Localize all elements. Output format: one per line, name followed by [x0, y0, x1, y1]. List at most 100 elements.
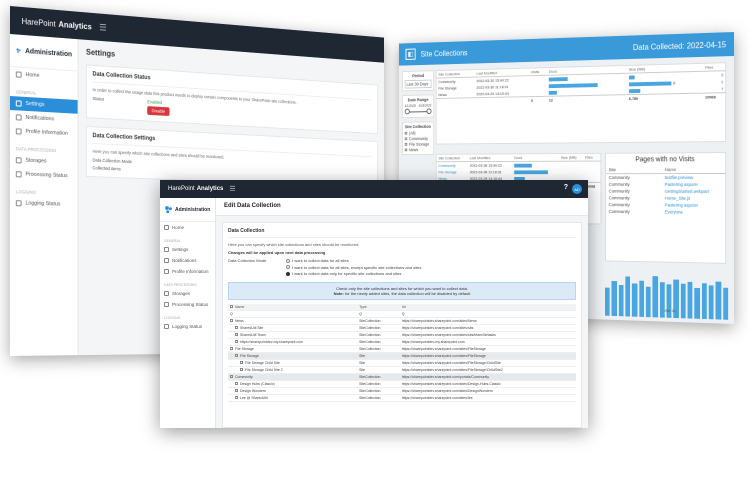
chart-bar [652, 276, 658, 318]
table-row[interactable]: File Storage Child Site 2 Site https://sha… [228, 366, 576, 374]
grid-filter-row: Q Q Q [228, 310, 576, 318]
table-row[interactable]: News SiteCollection https://sharepointdev.… [228, 317, 576, 325]
list-item[interactable]: Community Everyone [606, 208, 725, 216]
nav-settings[interactable]: Settings [160, 244, 215, 255]
nav-home[interactable]: Home [160, 222, 215, 233]
date-range-slider[interactable] [404, 107, 432, 115]
list-item[interactable]: Community testfile.preview [606, 174, 725, 181]
table-row[interactable]: Community SiteCollection https://sharepoin… [228, 373, 576, 381]
row-checkbox[interactable] [235, 340, 238, 344]
table-row[interactable]: SharedUtil Team SiteCollection https://sha… [228, 331, 576, 339]
nav-processing-status[interactable]: Processing Status [160, 299, 215, 310]
no-visit-page-link[interactable]: Home_Site.js [665, 196, 690, 201]
site-collection-option[interactable]: File Storage [404, 142, 432, 147]
row-checkbox[interactable] [235, 389, 238, 393]
radio-button[interactable] [286, 265, 290, 269]
mode-option[interactable]: I want to collect data for all sites [286, 258, 421, 263]
no-visit-page-link[interactable]: GettingStarted.webpart [665, 189, 709, 194]
select-all-checkbox[interactable] [230, 305, 233, 309]
no-visit-page-link[interactable]: PasteImg.aspx/er [665, 203, 698, 208]
table-row[interactable]: https://sharepointdev-my.sharepoint.com S… [228, 338, 576, 346]
nav-notifications[interactable]: Notifications [160, 255, 215, 266]
site-collection-option[interactable]: Community [404, 136, 432, 142]
nav-home-label: Home [172, 225, 185, 230]
hamburger-icon[interactable]: ☰ [99, 22, 106, 33]
no-visit-page-link[interactable]: testfile.preview [665, 175, 693, 180]
range-handle-start[interactable] [404, 108, 410, 115]
edit-topbar: HarePoint Analytics ☰ ? AD [160, 180, 588, 198]
row-checkbox[interactable] [240, 361, 243, 365]
avatar[interactable]: AD [572, 184, 582, 194]
chart-bar [722, 287, 729, 320]
table-row[interactable]: SharedUtil Site SiteCollection https://sha… [228, 324, 576, 332]
table-row[interactable]: File Storage SiteCollection https://sharep… [228, 345, 576, 353]
option-checkbox[interactable] [404, 142, 408, 146]
filter-url[interactable]: Q [399, 310, 576, 318]
row-checkbox[interactable] [230, 347, 233, 351]
no-visit-page-link[interactable]: PasteImg.aspx/er [665, 182, 698, 187]
row-checkbox[interactable] [235, 333, 238, 337]
mode-radio-group: I want to collect data for all sites I wa… [286, 258, 421, 278]
table-row[interactable]: Design Wonders SiteCollection https://shar… [228, 387, 576, 395]
filter-name[interactable]: Q [228, 310, 358, 318]
nav-logging-status[interactable]: Logging Status [10, 196, 78, 212]
option-label: (All) [408, 130, 416, 136]
period-select[interactable]: Last 30 Days [404, 79, 432, 89]
row-name: SharedUtil Team [240, 332, 266, 337]
row-checkbox[interactable] [230, 375, 233, 379]
edit-window: HarePoint Analytics ☰ ? AD Administratio… [160, 180, 588, 428]
range-handle-end[interactable] [426, 108, 432, 115]
row-checkbox[interactable] [230, 319, 233, 323]
docs-bar [548, 77, 568, 82]
date-range-label: Date Range [407, 97, 429, 103]
nav-home-label: Home [25, 72, 40, 79]
option-checkbox[interactable] [404, 148, 408, 152]
cell-docs [512, 161, 558, 168]
radio-button[interactable] [286, 258, 290, 263]
chart-bar [645, 286, 651, 318]
table-row[interactable]: Design Hubs (Classic) SiteCollection https… [228, 380, 576, 388]
table-row[interactable]: File Storage Site https://sharepointdev.sh… [228, 352, 576, 360]
nav-profile-label: Profile Information [25, 128, 68, 137]
hamburger-icon[interactable]: ☰ [229, 185, 235, 193]
no-visits-panel: Pages with no Visits Site Name Community… [605, 152, 727, 264]
nav-storages[interactable]: Storages [160, 288, 215, 299]
mode-option[interactable]: I want to collect data for all sites, ex… [286, 265, 421, 270]
radio-button[interactable] [286, 271, 290, 276]
row-checkbox[interactable] [235, 326, 238, 330]
status-label: Status [92, 96, 105, 102]
cell-url: https://sharepointdev.sharepoint.com/sit… [399, 380, 576, 388]
row-checkbox[interactable] [235, 382, 238, 386]
filter-type[interactable]: Q [357, 310, 400, 318]
nav-logging-status[interactable]: Logging Status [160, 321, 215, 332]
disable-button[interactable]: Disable [147, 106, 170, 117]
mid-col-header[interactable]: Size (MB) [558, 153, 584, 162]
nav-logging-status-label: Logging Status [172, 324, 203, 329]
site-grid: Name Type Url Q Q Q News SiteCollection ht… [228, 303, 576, 402]
help-icon[interactable]: ? [564, 184, 568, 191]
row-checkbox[interactable] [240, 368, 243, 372]
option-checkbox[interactable] [404, 137, 408, 141]
row-name: File Storage Child Site [245, 360, 280, 365]
no-visit-page-link[interactable]: Everyone [665, 209, 683, 214]
row-checkbox[interactable] [235, 354, 238, 358]
site-collection-option[interactable]: News [404, 147, 432, 152]
user-icon [15, 128, 22, 135]
mode-option-label: I want to collect data for all sites [292, 258, 349, 263]
nav-storages-label: Storages [25, 157, 47, 165]
nav-profile[interactable]: Profile Information [160, 266, 215, 277]
cell-name: Design Wonders [228, 387, 358, 395]
table-row[interactable]: Lee @ SharedUtil SiteCollection https://sh… [228, 394, 576, 402]
option-checkbox[interactable] [404, 131, 408, 135]
option-label: Community [408, 136, 428, 142]
dashboard-title: Site Collections [420, 48, 468, 59]
table-row[interactable]: File Storage Child Site Site https://share… [228, 359, 576, 367]
total-cell: 6,780 [626, 93, 704, 102]
mid-col-header[interactable]: Files [583, 153, 601, 162]
row-checkbox[interactable] [235, 396, 238, 400]
site-collection-filter: Site Collection (All) Community File Stora… [402, 121, 435, 155]
mode-option[interactable]: I want to collect data only for specific… [286, 271, 421, 276]
site-collection-option[interactable]: (All) [404, 130, 432, 136]
mode-row: Data Collection Mode I want to collect d… [228, 258, 576, 278]
period-filter: Period Last 30 Days [402, 70, 435, 92]
